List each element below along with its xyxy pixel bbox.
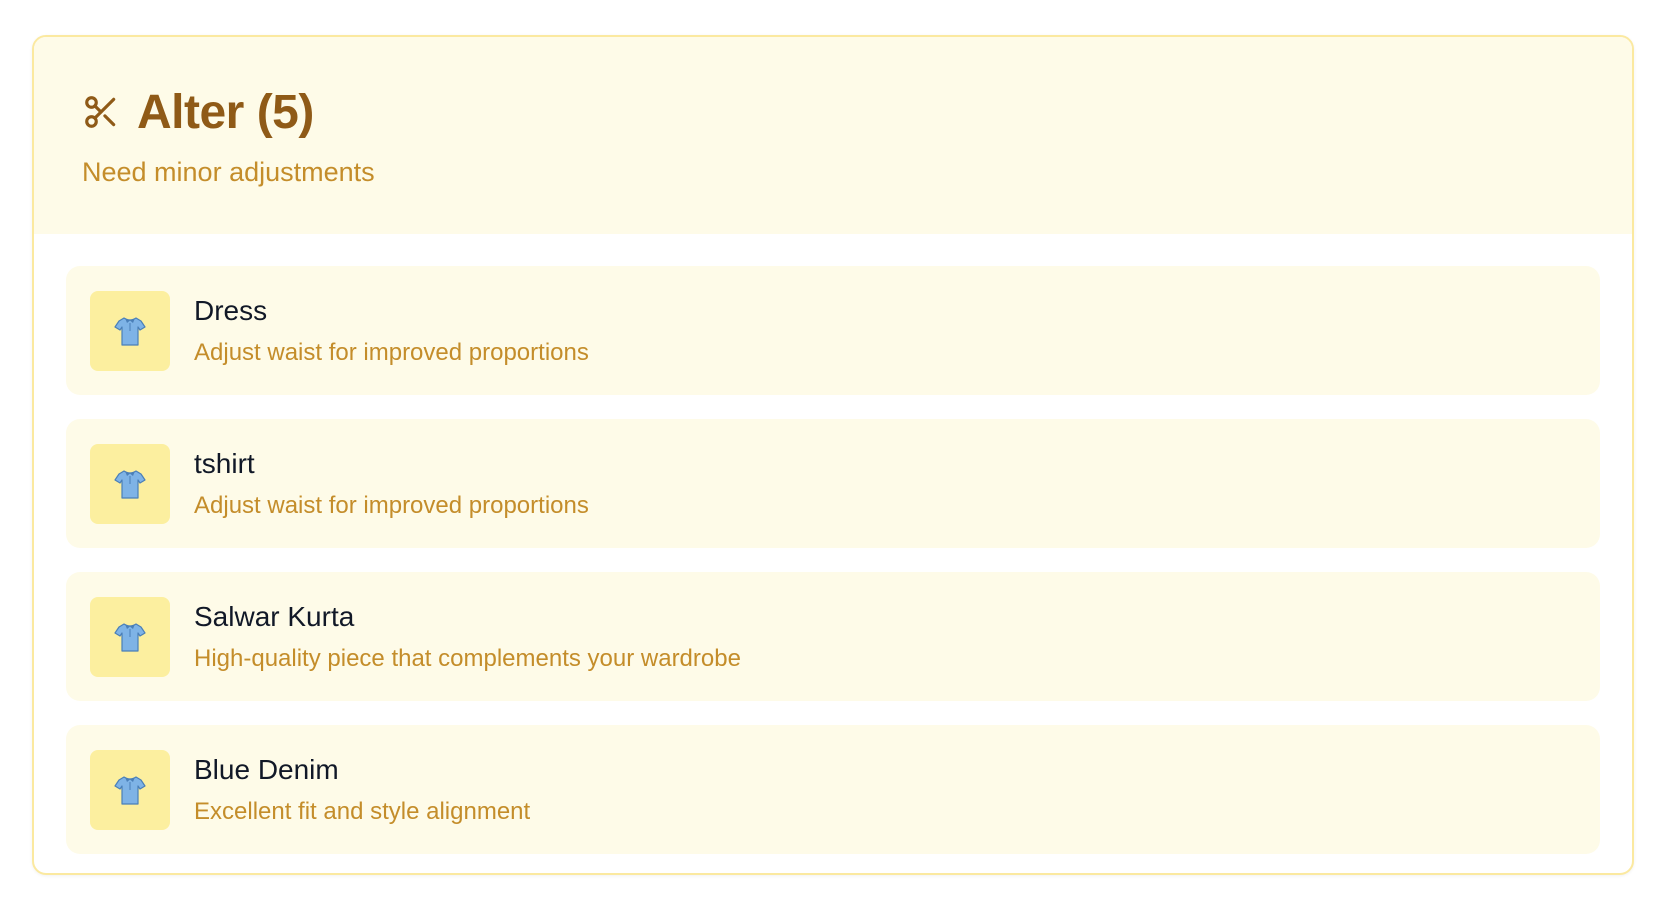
list-item[interactable]: Dress Adjust waist for improved proporti… [66, 266, 1600, 395]
section-title: Alter (5) [137, 85, 314, 139]
item-name: tshirt [194, 447, 255, 479]
tshirt-icon [90, 749, 170, 830]
tshirt-icon [90, 290, 170, 371]
alter-section-card: Alter (5) Need minor adjustments Dress A… [32, 35, 1634, 875]
scissors-icon [82, 93, 120, 131]
item-name: Dress [194, 294, 268, 326]
item-description: High-quality piece that complements your… [194, 644, 741, 672]
section-subtitle: Need minor adjustments [82, 157, 375, 187]
item-text: Blue Denim Excellent fit and style align… [194, 753, 530, 827]
item-name: Salwar Kurta [194, 600, 355, 632]
list-item[interactable]: Blue Denim Excellent fit and style align… [66, 725, 1600, 854]
item-name: Blue Denim [194, 753, 339, 785]
item-text: tshirt Adjust waist for improved proport… [194, 447, 589, 521]
item-text: Salwar Kurta High-quality piece that com… [194, 600, 741, 674]
section-header: Alter (5) Need minor adjustments [34, 37, 1632, 234]
item-description: Adjust waist for improved proportions [194, 491, 589, 519]
tshirt-icon [90, 443, 170, 524]
item-text: Dress Adjust waist for improved proporti… [194, 294, 589, 368]
item-description: Adjust waist for improved proportions [194, 338, 589, 366]
item-description: Excellent fit and style alignment [194, 797, 531, 825]
tshirt-icon [90, 596, 170, 677]
item-list: Dress Adjust waist for improved proporti… [34, 234, 1632, 854]
title-row: Alter (5) [82, 79, 1632, 145]
list-item[interactable]: tshirt Adjust waist for improved proport… [66, 419, 1600, 548]
list-item[interactable]: Salwar Kurta High-quality piece that com… [66, 572, 1600, 701]
